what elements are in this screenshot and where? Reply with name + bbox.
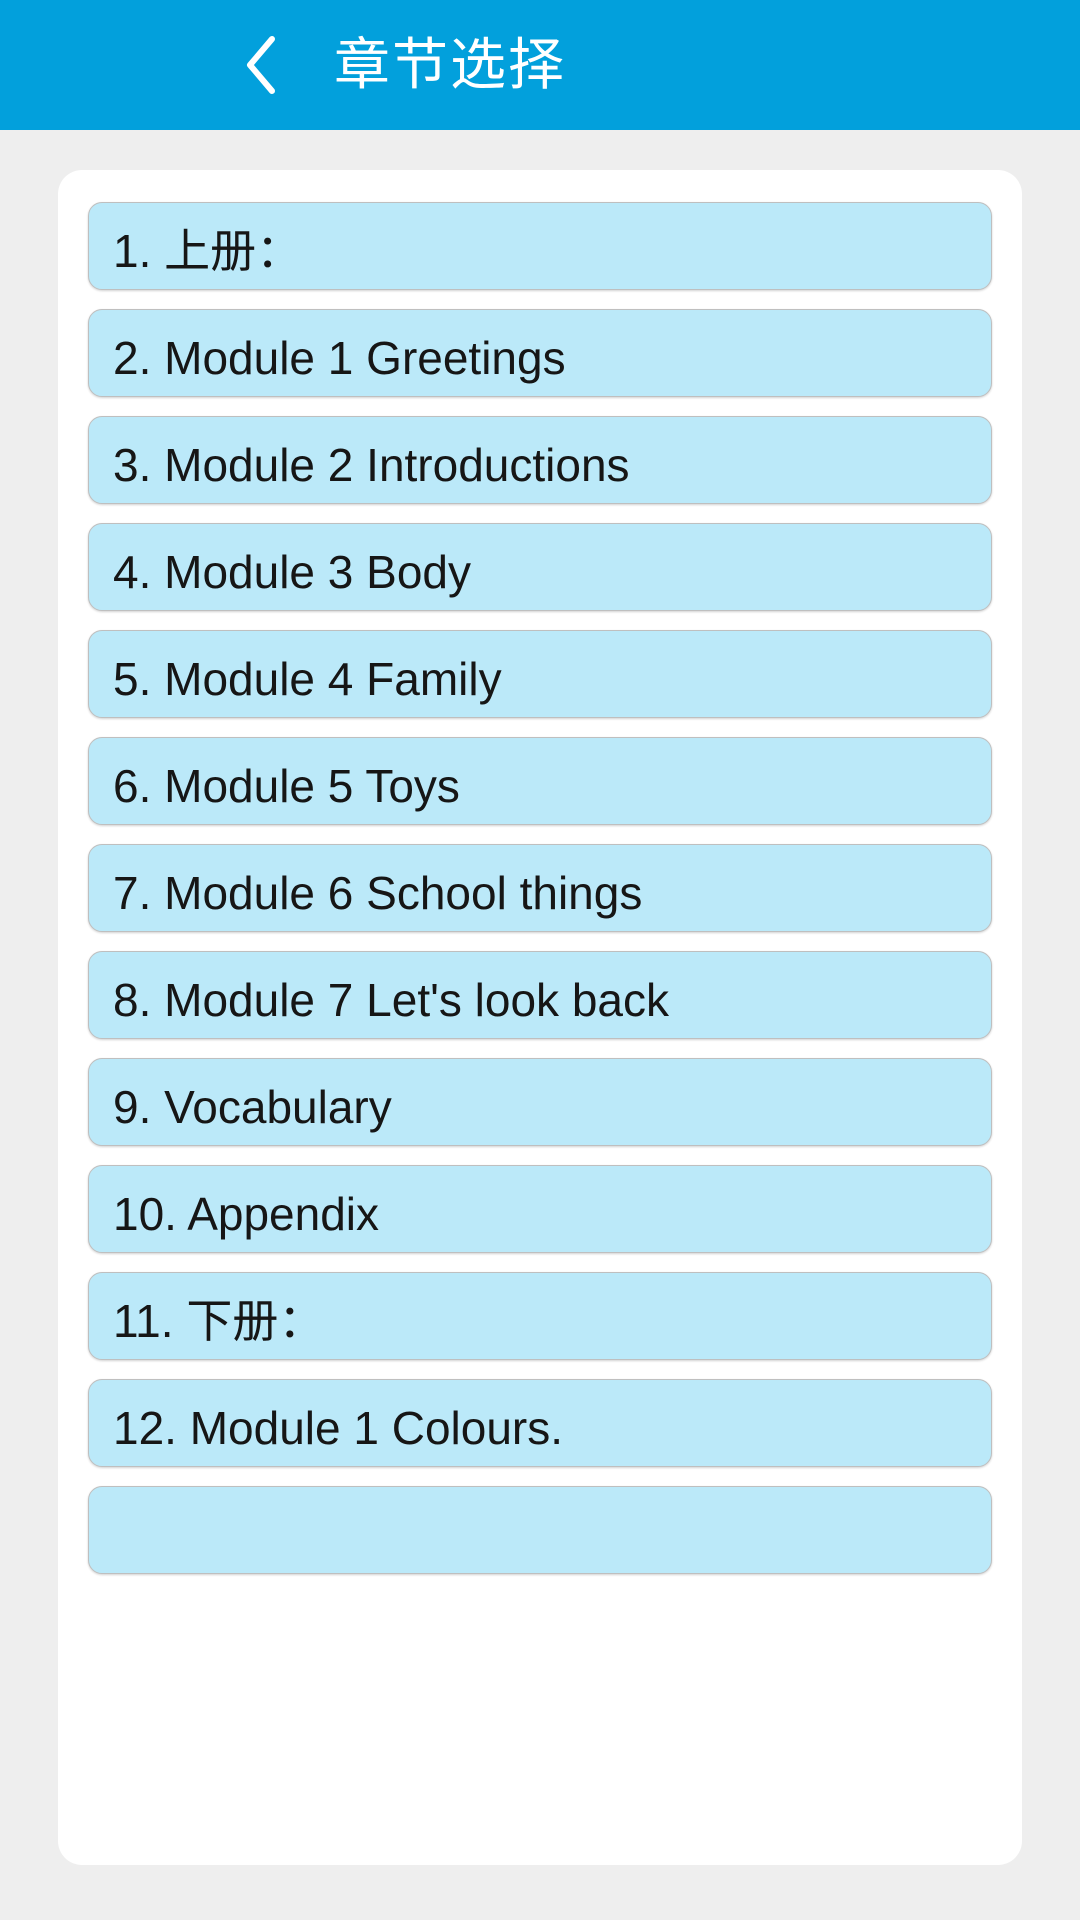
page-title: 章节选择	[334, 33, 566, 96]
chapter-selection-screen: 章节选择 1. 上册： 2. Module 1 Greetings 3. Mod…	[0, 0, 1080, 1920]
chapter-item-label: 3. Module 2 Introductions	[113, 439, 630, 491]
chapter-item-label: 12. Module 1 Colours.	[113, 1402, 564, 1454]
chapter-item-label: 4. Module 3 Body	[113, 546, 472, 598]
chapter-item-label: 6. Module 5 Toys	[113, 760, 460, 812]
chapter-list-item[interactable]: 11. 下册：	[88, 1272, 992, 1360]
chapter-list-item[interactable]: 10. Appendix	[88, 1165, 992, 1253]
chapter-list-item[interactable]: 8. Module 7 Let's look back	[88, 951, 992, 1039]
app-bar: 章节选择	[0, 0, 1080, 130]
chapter-list-item[interactable]: 7. Module 6 School things	[88, 844, 992, 932]
chapter-item-label: 7. Module 6 School things	[113, 867, 643, 919]
chapter-item-label: 1. 上册：	[113, 225, 303, 277]
chapter-list-card: 1. 上册： 2. Module 1 Greetings 3. Module 2…	[58, 170, 1022, 1865]
chapter-list-item[interactable]: 4. Module 3 Body	[88, 523, 992, 611]
chapter-list-item[interactable]	[88, 1486, 992, 1574]
chapter-item-label: 11. 下册：	[113, 1295, 325, 1347]
chapter-list[interactable]: 1. 上册： 2. Module 1 Greetings 3. Module 2…	[58, 170, 1022, 1593]
back-button[interactable]	[214, 0, 310, 130]
chapter-item-label: 5. Module 4 Family	[113, 653, 502, 705]
chapter-item-label: 8. Module 7 Let's look back	[113, 974, 669, 1026]
chapter-list-item[interactable]: 2. Module 1 Greetings	[88, 309, 992, 397]
chapter-item-label: 10. Appendix	[113, 1188, 380, 1240]
chapter-item-label: 9. Vocabulary	[113, 1081, 392, 1133]
chapter-list-item[interactable]: 9. Vocabulary	[88, 1058, 992, 1146]
chapter-list-item[interactable]: 6. Module 5 Toys	[88, 737, 992, 825]
chapter-list-item[interactable]: 3. Module 2 Introductions	[88, 416, 992, 504]
chapter-list-item[interactable]: 12. Module 1 Colours.	[88, 1379, 992, 1467]
chapter-list-item[interactable]: 5. Module 4 Family	[88, 630, 992, 718]
chapter-item-label: 2. Module 1 Greetings	[113, 332, 566, 384]
chapter-list-item[interactable]: 1. 上册：	[88, 202, 992, 290]
chevron-left-icon	[247, 36, 275, 94]
